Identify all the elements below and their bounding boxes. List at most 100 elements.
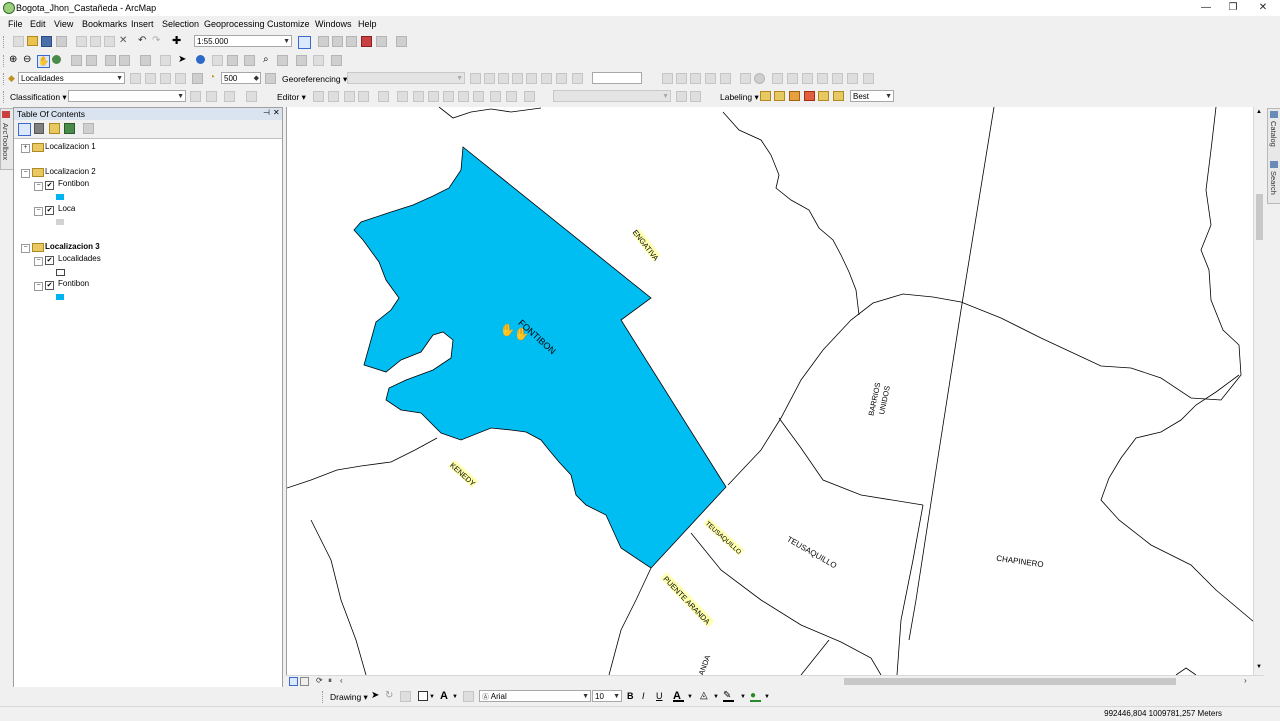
italic-button[interactable]: I <box>642 691 645 701</box>
group-layer-name[interactable]: Localizacion 2 <box>45 166 96 178</box>
label-manager-icon[interactable] <box>760 91 771 101</box>
menu-file[interactable]: File <box>8 19 23 29</box>
training-sample-icon[interactable] <box>190 91 201 102</box>
identify-icon[interactable] <box>196 55 205 64</box>
fit-to-display-icon[interactable] <box>817 73 828 84</box>
marker-color-dropdown-icon[interactable]: ▼ <box>764 694 770 700</box>
arctoolbox-icon[interactable] <box>361 36 372 47</box>
group-layer-name[interactable]: Localizacion 1 <box>45 141 96 153</box>
zoom-to-layer-icon[interactable] <box>690 73 701 84</box>
paste-icon[interactable] <box>104 36 115 47</box>
fill-color-dropdown-icon[interactable]: ▼ <box>713 694 719 700</box>
time-slider-icon[interactable] <box>313 55 324 66</box>
effects-options-icon[interactable] <box>265 73 276 84</box>
toolbar-grip[interactable] <box>3 55 7 67</box>
editor-toolbar-icon[interactable] <box>298 36 311 49</box>
scroll-up-icon[interactable]: ▲ <box>1256 109 1262 115</box>
go-to-xy-icon[interactable] <box>296 55 307 66</box>
font-name-dropdown[interactable]: Ⓐ Arial ▼ <box>479 690 591 702</box>
refresh-icon[interactable]: ⟳ <box>316 676 323 685</box>
toolbar-grip[interactable] <box>3 91 7 103</box>
zoom-in-icon[interactable]: ⊕ <box>9 55 20 66</box>
line-color-icon[interactable]: ✎ <box>723 691 734 702</box>
flicker-icon[interactable] <box>192 73 203 84</box>
toolbar-grip[interactable] <box>3 73 7 85</box>
collapse-icon[interactable]: − <box>21 244 30 253</box>
auto-registration-icon[interactable] <box>526 73 537 84</box>
fill-color-icon[interactable]: ◬ <box>700 691 711 702</box>
menu-view[interactable]: View <box>54 19 73 29</box>
catalog-window-icon[interactable] <box>332 36 343 47</box>
list-by-source-icon[interactable] <box>34 123 44 134</box>
flicker-rate-input[interactable]: 500 ◆ <box>221 72 261 84</box>
layer-visibility-checkbox[interactable]: ✔ <box>45 181 54 190</box>
map-canvas[interactable]: ENGATIVA FONTIBON KENEDY TEUSAQUILLO TEU… <box>287 107 1254 675</box>
menu-insert[interactable]: Insert <box>131 19 154 29</box>
list-by-visibility-icon[interactable] <box>49 123 60 134</box>
clear-selection-icon[interactable] <box>160 55 171 66</box>
arctoolbox-tab[interactable]: ArcToolbox <box>0 108 14 170</box>
toc-window-icon[interactable] <box>318 36 329 47</box>
menu-bookmarks[interactable]: Bookmarks <box>82 19 127 29</box>
create-features-icon[interactable] <box>506 91 517 102</box>
residuals-icon[interactable] <box>847 73 858 84</box>
rectify-icon[interactable] <box>787 73 798 84</box>
editor-menu[interactable]: Editor ▾ <box>277 92 306 103</box>
zoom-whole-page-icon[interactable] <box>400 691 411 702</box>
python-window-icon[interactable] <box>376 36 387 47</box>
layout-view-icon[interactable] <box>300 677 309 686</box>
map-horizontal-scrollbar[interactable]: ⟳ ⏸ ‹ › <box>286 675 1264 687</box>
copy-icon[interactable] <box>90 36 101 47</box>
toc-close-icon[interactable]: ✕ <box>273 108 280 117</box>
view-link-table-icon[interactable] <box>541 73 552 84</box>
print-icon[interactable] <box>56 36 67 47</box>
menu-selection[interactable]: Selection <box>162 19 199 29</box>
data-view-icon[interactable] <box>289 677 298 686</box>
end-point-arc-icon[interactable] <box>358 91 369 102</box>
line-color-dropdown-icon[interactable]: ▼ <box>740 694 746 700</box>
delete-icon[interactable]: ✕ <box>119 36 130 47</box>
transparency-icon[interactable] <box>160 73 171 84</box>
find-route-icon[interactable] <box>277 55 288 66</box>
link-table-icon[interactable] <box>772 73 783 84</box>
edit-annotation-icon[interactable] <box>328 91 339 102</box>
brightness-icon[interactable] <box>145 73 156 84</box>
editor-extra-1-icon[interactable] <box>676 91 687 102</box>
rotate-edit-icon[interactable] <box>458 91 469 102</box>
search-window-icon[interactable] <box>346 36 357 47</box>
layer-symbol-swatch[interactable] <box>56 294 64 300</box>
reshape-icon[interactable] <box>413 91 424 102</box>
full-extent-icon[interactable] <box>52 55 61 64</box>
font-color-icon[interactable]: A <box>673 691 684 702</box>
editor-target-dropdown[interactable]: ▼ <box>553 90 671 102</box>
select-elements-icon[interactable]: ➤ <box>178 55 189 66</box>
layer-visibility-checkbox[interactable]: ✔ <box>45 256 54 265</box>
catalog-tab[interactable]: Catalog <box>1269 121 1278 147</box>
straight-segment-icon[interactable] <box>344 91 355 102</box>
view-unplaced-labels-icon[interactable] <box>833 91 844 101</box>
marker-color-icon[interactable]: ● <box>750 691 761 702</box>
scroll-right-icon[interactable]: › <box>1244 676 1247 685</box>
undo-icon[interactable]: ↶ <box>138 36 149 47</box>
find-icon[interactable]: ⌕ <box>263 55 274 66</box>
zoom-out-icon[interactable]: ⊖ <box>23 55 34 66</box>
label-placement-dropdown[interactable]: Best ▼ <box>850 90 894 102</box>
layer-name[interactable]: Loca <box>58 203 75 215</box>
cut-icon[interactable] <box>76 36 87 47</box>
redo-icon[interactable]: ↷ <box>152 36 163 47</box>
new-document-icon[interactable] <box>13 36 24 47</box>
pin-icon[interactable]: ⊣ <box>263 108 270 117</box>
vertex-icon[interactable] <box>720 73 731 84</box>
georef-input[interactable] <box>592 72 642 84</box>
inverse-icon[interactable] <box>832 73 843 84</box>
collapse-icon[interactable]: − <box>34 182 43 191</box>
layer-visibility-checkbox[interactable]: ✔ <box>45 281 54 290</box>
layer-name[interactable]: Fontibon <box>58 278 89 290</box>
pause-drawing-icon[interactable]: ⏸ <box>328 676 332 686</box>
collapse-icon[interactable]: − <box>21 169 30 178</box>
close-button[interactable]: ✕ <box>1248 1 1278 15</box>
select-elements-icon[interactable]: ➤ <box>371 691 382 702</box>
edit-tool-icon[interactable] <box>313 91 324 102</box>
fontibon-polygon[interactable] <box>353 146 727 569</box>
viewer-icon[interactable] <box>556 73 567 84</box>
